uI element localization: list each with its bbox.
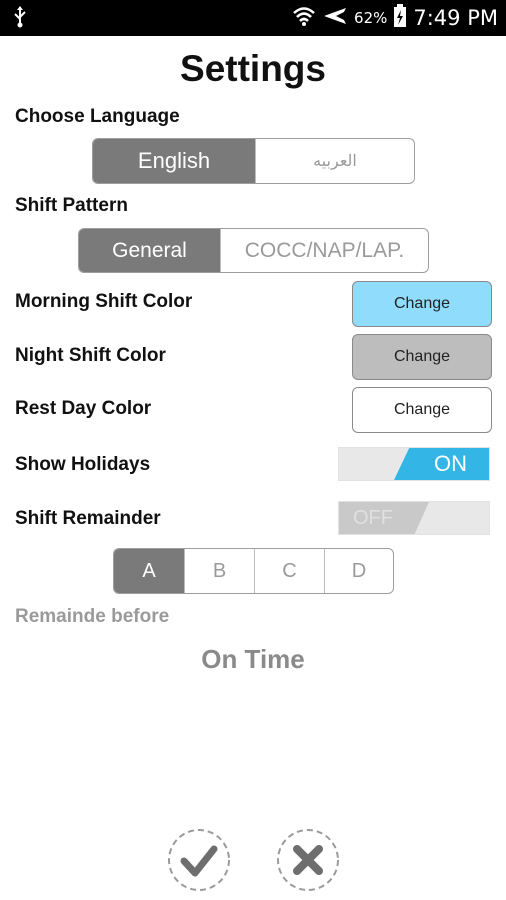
clock: 7:49 PM bbox=[413, 6, 498, 30]
shift-pattern-selector: General COCC/NAP/LAP. bbox=[78, 228, 429, 273]
show-holidays-toggle-state: ON bbox=[394, 448, 489, 480]
morning-color-change-button[interactable]: Change bbox=[352, 281, 492, 327]
shift-pattern-option-general[interactable]: General bbox=[79, 229, 220, 272]
language-option-arabic[interactable]: العربيه bbox=[255, 139, 414, 183]
show-holidays-toggle[interactable]: ON bbox=[338, 447, 490, 481]
remind-before-value[interactable]: On Time bbox=[0, 644, 506, 675]
close-icon bbox=[277, 829, 339, 891]
night-color-label: Night Shift Color bbox=[15, 345, 166, 366]
airplane-icon bbox=[322, 4, 348, 33]
reminder-option-d[interactable]: D bbox=[324, 549, 393, 593]
usb-icon bbox=[12, 5, 28, 34]
reminder-option-b[interactable]: B bbox=[184, 549, 254, 593]
shift-pattern-label: Shift Pattern bbox=[15, 195, 128, 216]
status-bar: 62% 7:49 PM bbox=[0, 0, 506, 36]
reminder-option-a[interactable]: A bbox=[114, 549, 184, 593]
battery-icon bbox=[393, 3, 407, 33]
language-label: Choose Language bbox=[15, 106, 180, 127]
show-holidays-label: Show Holidays bbox=[15, 454, 151, 475]
confirm-button[interactable] bbox=[167, 828, 231, 892]
reminder-option-selector: A B C D bbox=[113, 548, 394, 594]
shift-pattern-option-cocc[interactable]: COCC/NAP/LAP. bbox=[220, 229, 428, 272]
wifi-icon bbox=[292, 5, 316, 32]
checkmark-icon bbox=[168, 829, 230, 891]
shift-reminder-toggle[interactable]: OFF bbox=[338, 501, 490, 535]
battery-percent: 62% bbox=[354, 9, 388, 27]
shift-reminder-toggle-state: OFF bbox=[339, 502, 429, 534]
rest-color-label: Rest Day Color bbox=[15, 398, 152, 419]
remind-before-label: Remainde before bbox=[15, 606, 170, 627]
page-title: Settings bbox=[180, 48, 326, 89]
morning-color-label: Morning Shift Color bbox=[15, 291, 193, 312]
night-color-change-button[interactable]: Change bbox=[352, 334, 492, 380]
shift-reminder-label: Shift Remainder bbox=[15, 508, 161, 529]
language-option-english[interactable]: English bbox=[93, 139, 255, 183]
reminder-option-c[interactable]: C bbox=[254, 549, 324, 593]
language-selector: English العربيه bbox=[92, 138, 415, 184]
rest-color-change-button[interactable]: Change bbox=[352, 387, 492, 433]
cancel-button[interactable] bbox=[276, 828, 340, 892]
